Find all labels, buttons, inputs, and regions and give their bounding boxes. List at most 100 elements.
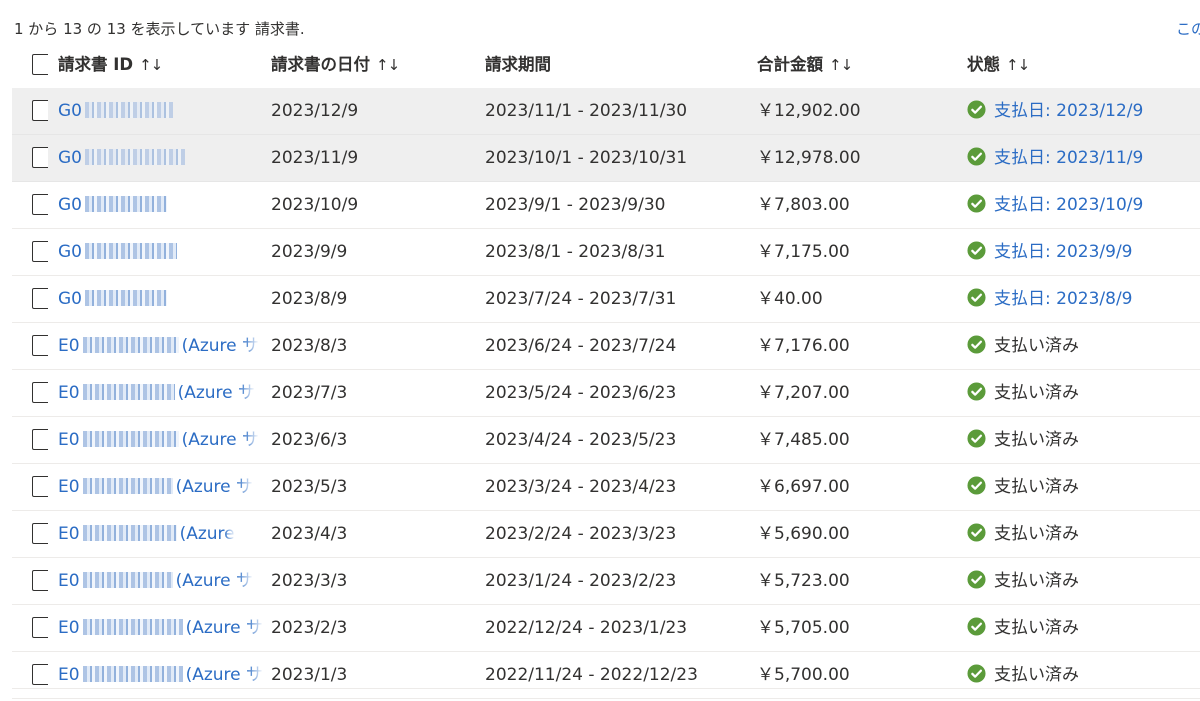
table-row[interactable]: G0 2023/11/9 2023/10/1 - 2023/10/31 ￥12,978… — [12, 135, 1200, 182]
row-select[interactable] — [22, 88, 48, 134]
invoice-id-suffix: (Azure サ — [185, 618, 264, 638]
invoice-status-label[interactable]: 支払日: 2023/12/9 — [994, 101, 1143, 121]
invoice-id-link[interactable]: E0 (Azure サ — [58, 477, 253, 497]
invoice-list-page: 1 から 13 の 13 を表示しています 請求書. この 請求書 ID ↑↓ 請… — [0, 0, 1200, 701]
header-select-all[interactable] — [22, 42, 48, 88]
row-checkbox[interactable] — [32, 664, 48, 685]
row-select[interactable] — [22, 182, 48, 228]
invoice-id-link[interactable]: G0 — [58, 289, 170, 309]
sort-arrows-icon[interactable]: ↑↓ — [139, 56, 163, 74]
table-row[interactable]: G0 2023/10/9 2023/9/1 - 2023/9/30 ￥7,803.00… — [12, 182, 1200, 229]
invoice-id-cell[interactable]: E0 (Azure サ — [58, 323, 270, 369]
invoice-id-cell[interactable]: E0 (Azure サ — [58, 652, 270, 698]
invoice-id-cell[interactable]: E0 (Azure — [58, 511, 270, 557]
row-select[interactable] — [22, 511, 48, 557]
invoice-id-suffix: (Azure サ — [181, 430, 260, 450]
invoice-id-link[interactable]: G0 — [58, 195, 170, 215]
row-checkbox[interactable] — [32, 429, 48, 450]
table-row[interactable]: E0 (Azure サ 2023/6/3 2023/4/24 - 2023/5/23 ￥… — [12, 417, 1200, 464]
row-select[interactable] — [22, 652, 48, 698]
invoice-id-cell[interactable]: E0 (Azure サ — [58, 370, 270, 416]
sort-arrows-icon[interactable]: ↑↓ — [829, 56, 853, 74]
invoice-status[interactable]: 支払日: 2023/9/9 — [967, 229, 1200, 275]
row-select[interactable] — [22, 276, 48, 322]
invoice-id-cell[interactable]: G0 — [58, 135, 270, 181]
invoice-id-cell[interactable]: E0 (Azure サ — [58, 417, 270, 463]
invoice-status[interactable]: 支払日: 2023/8/9 — [967, 276, 1200, 322]
table-row[interactable]: E0 (Azure サ 2023/8/3 2023/6/24 - 2023/7/24 ￥… — [12, 323, 1200, 370]
table-row[interactable]: G0 2023/8/9 2023/7/24 - 2023/7/31 ￥40.00 支払日… — [12, 276, 1200, 323]
invoice-status-label[interactable]: 支払日: 2023/8/9 — [994, 289, 1132, 309]
invoice-status[interactable]: 支払日: 2023/12/9 — [967, 88, 1200, 134]
invoice-id-cell[interactable]: E0 (Azure サ — [58, 464, 270, 510]
invoice-id-cell[interactable]: G0 — [58, 88, 270, 134]
billing-period: 2023/5/24 - 2023/6/23 — [485, 383, 677, 403]
invoice-id-cell[interactable]: G0 — [58, 276, 270, 322]
check-circle-icon — [967, 617, 986, 636]
table-row[interactable]: E0 (Azure サ 2023/7/3 2023/5/24 - 2023/6/23 ￥… — [12, 370, 1200, 417]
column-header-status[interactable]: 状態 ↑↓ — [967, 42, 1200, 88]
table-row[interactable]: G0 2023/9/9 2023/8/1 - 2023/8/31 ￥7,175.00 支… — [12, 229, 1200, 276]
row-checkbox[interactable] — [32, 241, 48, 262]
invoice-total: ￥5,705.00 — [757, 618, 850, 638]
row-checkbox[interactable] — [32, 100, 48, 121]
invoice-status-label[interactable]: 支払日: 2023/9/9 — [994, 242, 1132, 262]
row-checkbox[interactable] — [32, 147, 48, 168]
row-select[interactable] — [22, 229, 48, 275]
invoice-status: 支払い済み — [967, 652, 1200, 698]
row-checkbox[interactable] — [32, 476, 48, 497]
select-all-checkbox[interactable] — [32, 54, 48, 75]
invoice-id-link[interactable]: G0 — [58, 148, 188, 168]
sort-arrows-icon[interactable]: ↑↓ — [376, 56, 400, 74]
column-header-invoice-id[interactable]: 請求書 ID ↑↓ — [58, 42, 270, 88]
invoice-id-prefix: G0 — [58, 101, 82, 121]
billing-period: 2023/2/24 - 2023/3/23 — [485, 524, 677, 544]
invoice-id-cell[interactable]: G0 — [58, 229, 270, 275]
row-checkbox[interactable] — [32, 194, 48, 215]
invoice-date: 2023/3/3 — [271, 571, 348, 591]
redacted-id-mask — [85, 102, 173, 118]
row-checkbox[interactable] — [32, 570, 48, 591]
invoice-id-link[interactable]: E0 (Azure — [58, 524, 235, 544]
column-header-invoice-date[interactable]: 請求書の日付 ↑↓ — [271, 42, 471, 88]
row-select[interactable] — [22, 464, 48, 510]
table-row[interactable]: G0 2023/12/9 2023/11/1 - 2023/11/30 ￥12,902… — [12, 88, 1200, 135]
column-header-total[interactable]: 合計金額 ↑↓ — [757, 42, 947, 88]
invoice-status[interactable]: 支払日: 2023/11/9 — [967, 135, 1200, 181]
row-checkbox[interactable] — [32, 335, 48, 356]
row-select[interactable] — [22, 323, 48, 369]
invoice-id-link[interactable]: E0 (Azure サ — [58, 665, 263, 685]
row-select[interactable] — [22, 605, 48, 651]
invoice-id-link[interactable]: G0 — [58, 101, 176, 121]
invoice-id-link[interactable]: E0 (Azure サ — [58, 336, 259, 356]
table-row[interactable]: E0 (Azure サ 2023/5/3 2023/3/24 - 2023/4/23 ￥… — [12, 464, 1200, 511]
table-row[interactable]: E0 (Azure 2023/4/3 2023/2/24 - 2023/3/23 ￥5,… — [12, 511, 1200, 558]
row-checkbox[interactable] — [32, 523, 48, 544]
row-select[interactable] — [22, 417, 48, 463]
invoice-id-link[interactable]: E0 (Azure サ — [58, 430, 259, 450]
table-row[interactable]: E0 (Azure サ 2023/3/3 2023/1/24 - 2023/2/23 ￥… — [12, 558, 1200, 605]
row-select[interactable] — [22, 558, 48, 604]
invoice-id-link[interactable]: E0 (Azure サ — [58, 383, 255, 403]
table-row[interactable]: E0 (Azure サ 2023/1/3 2022/11/24 - 2022/12/2… — [12, 652, 1200, 699]
row-checkbox[interactable] — [32, 288, 48, 309]
invoice-status-label[interactable]: 支払日: 2023/11/9 — [994, 148, 1143, 168]
results-summary: 1 から 13 の 13 を表示しています 請求書. — [14, 20, 305, 38]
sort-arrows-icon[interactable]: ↑↓ — [1006, 56, 1030, 74]
table-row[interactable]: E0 (Azure サ 2023/2/3 2022/12/24 - 2023/1/23… — [12, 605, 1200, 652]
row-select[interactable] — [22, 135, 48, 181]
row-select[interactable] — [22, 370, 48, 416]
invoice-status-label[interactable]: 支払日: 2023/10/9 — [994, 195, 1143, 215]
invoice-total: ￥5,700.00 — [757, 665, 850, 685]
row-checkbox[interactable] — [32, 382, 48, 403]
invoice-status[interactable]: 支払日: 2023/10/9 — [967, 182, 1200, 228]
redacted-id-mask — [85, 243, 177, 259]
invoice-id-cell[interactable]: E0 (Azure サ — [58, 558, 270, 604]
invoice-id-link[interactable]: E0 (Azure サ — [58, 571, 253, 591]
top-right-link[interactable]: この — [1176, 18, 1200, 39]
invoice-id-link[interactable]: G0 — [58, 242, 180, 262]
invoice-id-link[interactable]: E0 (Azure サ — [58, 618, 263, 638]
row-checkbox[interactable] — [32, 617, 48, 638]
invoice-id-cell[interactable]: G0 — [58, 182, 270, 228]
invoice-id-cell[interactable]: E0 (Azure サ — [58, 605, 270, 651]
